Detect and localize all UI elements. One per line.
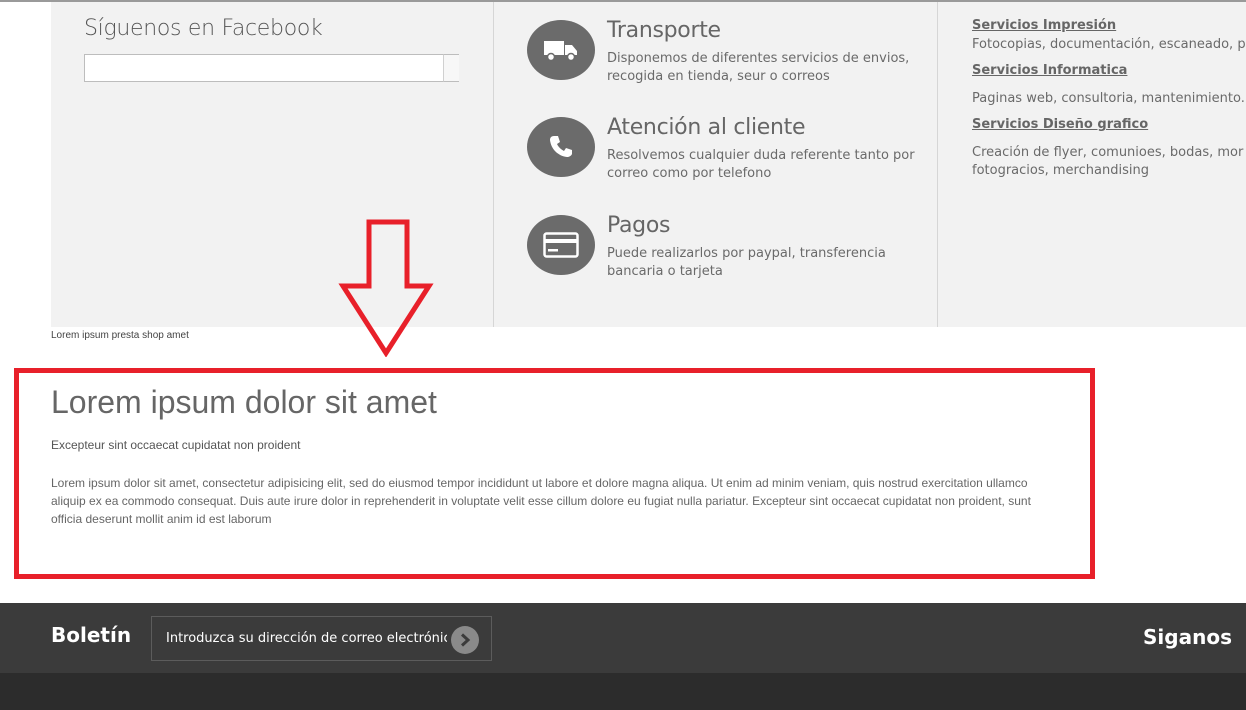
service-description-line: bancaria o tarjeta: [607, 264, 723, 279]
service-description-line: recogida en tienda, seur o correos: [607, 69, 830, 84]
newsletter-email-input[interactable]: [151, 616, 492, 661]
content-body: Lorem ipsum dolor sit amet, consectetur …: [51, 474, 1246, 528]
link-servicios-informatica[interactable]: Servicios Informatica: [972, 63, 1127, 78]
service-title: Pagos: [607, 213, 671, 238]
truck-icon: [527, 20, 595, 80]
link-servicios-diseno-grafico[interactable]: Servicios Diseño grafico: [972, 117, 1148, 132]
follow-us-heading: Siganos: [1143, 625, 1232, 649]
footer-bottom-bar: [0, 673, 1246, 710]
phone-icon: [527, 117, 595, 177]
content-title: Lorem ipsum dolor sit amet: [51, 384, 437, 420]
service-description: Resolvemos cualquier duda referente tant…: [607, 147, 927, 183]
footer: Boletín Siganos: [0, 603, 1246, 710]
chevron-right-icon: [460, 633, 471, 647]
service-description-line: Disponemos de diferentes servicios de en…: [607, 51, 910, 66]
service-title: Transporte: [607, 18, 721, 43]
service-description: Disponemos de diferentes servicios de en…: [607, 50, 927, 86]
link-description: Paginas web, consultoria, mantenimiento.: [972, 91, 1245, 106]
link-description: Fotocopias, documentación, escaneado, p: [972, 37, 1246, 52]
newsletter-label: Boletín: [51, 623, 132, 647]
service-description-line: correo como por telefono: [607, 166, 772, 181]
credit-card-icon: [527, 215, 595, 275]
reassurance-block: Síguenos en Facebook Transporte Disponem…: [51, 2, 1246, 327]
content-line: Lorem ipsum dolor sit amet, consectetur …: [51, 476, 1028, 490]
link-description: Creación de flyer, comunioes, bodas, mor: [972, 145, 1244, 160]
link-servicios-impresion[interactable]: Servicios Impresión: [972, 18, 1116, 33]
links-column: Servicios Impresión Fotocopias, document…: [938, 2, 1246, 327]
facebook-widget[interactable]: [84, 54, 458, 82]
newsletter-submit-button[interactable]: [451, 626, 479, 654]
facebook-column: Síguenos en Facebook: [51, 2, 494, 327]
facebook-title: Síguenos en Facebook: [84, 16, 323, 41]
content-line: aliquip ex ea commodo consequat. Duis au…: [51, 494, 1031, 508]
service-description-line: Resolvemos cualquier duda referente tant…: [607, 148, 915, 163]
service-description-line: Puede realizarlos por paypal, transferen…: [607, 246, 886, 261]
link-description: fotogracios, merchandising: [972, 163, 1149, 178]
service-description: Puede realizarlos por paypal, transferen…: [607, 245, 927, 281]
services-column: Transporte Disponemos de diferentes serv…: [494, 2, 938, 327]
facebook-widget-scrollbar[interactable]: [443, 54, 459, 82]
content-line: officia deserunt mollit anim id est labo…: [51, 512, 272, 526]
service-title: Atención al cliente: [607, 115, 806, 140]
content-subtitle: Excepteur sint occaecat cupidatat non pr…: [51, 438, 301, 452]
small-note: Lorem ipsum presta shop amet: [51, 330, 189, 341]
